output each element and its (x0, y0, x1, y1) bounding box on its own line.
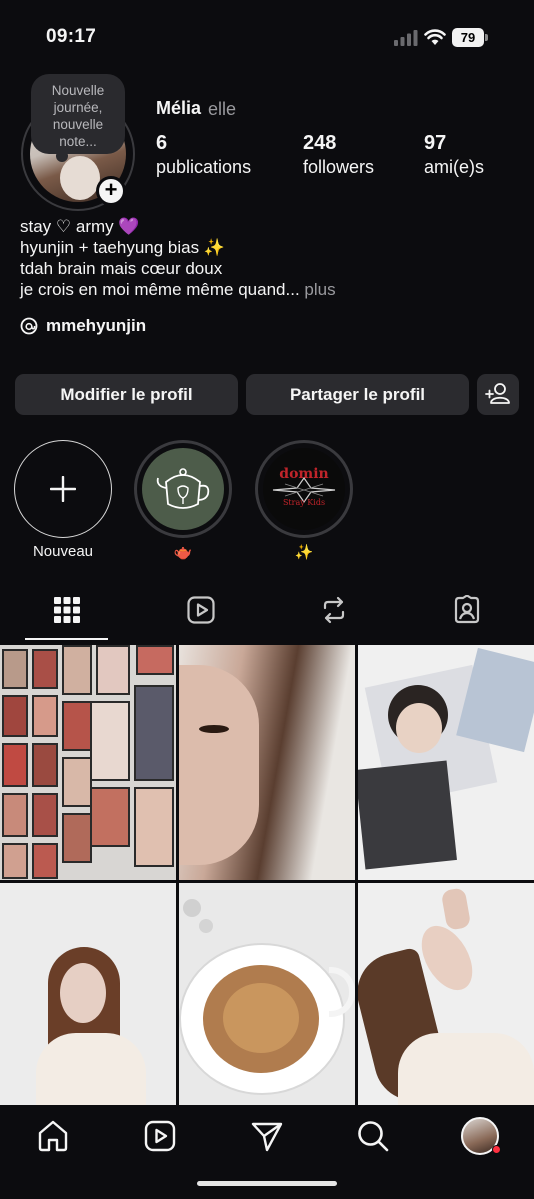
active-tab-indicator (25, 638, 108, 640)
post-thumbnail[interactable] (179, 645, 355, 880)
threads-handle: mmehyunjin (46, 316, 147, 335)
stat-value: 6 (156, 132, 168, 154)
home-icon[interactable] (36, 1119, 70, 1153)
stat-followers[interactable]: 248 followers (303, 132, 374, 178)
status-time: 09:17 (46, 26, 97, 47)
post-thumbnail[interactable] (179, 883, 355, 1105)
highlight-new[interactable]: Nouveau (14, 440, 112, 560)
reels-icon[interactable] (143, 1119, 177, 1153)
star-logo-icon (272, 476, 336, 504)
status-bar: 09:17 79 (0, 0, 534, 70)
highlight-skz[interactable]: domin Stray Kids ✨ (255, 440, 353, 561)
post-thumbnail[interactable] (0, 645, 176, 880)
profile-bio: stay ♡ army 💜 hyunjin + taehyung bias ✨ … (20, 216, 336, 300)
wifi-icon (424, 29, 446, 45)
post-thumbnail[interactable] (358, 883, 534, 1105)
highlight-label: ✨ (294, 544, 314, 561)
reposts-tab-icon[interactable] (319, 595, 349, 625)
add-person-icon (485, 383, 510, 404)
bio-line: stay ♡ army 💜 (20, 217, 140, 236)
stat-label: ami(e)s (424, 157, 485, 177)
edit-profile-button[interactable]: Modifier le profil (15, 374, 238, 415)
note-bubble[interactable]: Nouvelle journée, nouvelle note... (31, 74, 125, 154)
highlight-cover (142, 448, 224, 530)
highlight-tea[interactable]: 🫖 (134, 440, 232, 561)
posts-grid (0, 645, 534, 1105)
plus-icon (50, 476, 76, 502)
bio-more-link[interactable]: plus (304, 280, 335, 299)
signal-icon (394, 30, 418, 46)
highlight-label: 🫖 (173, 544, 193, 561)
battery-level: 79 (452, 28, 484, 47)
post-thumbnail[interactable] (358, 645, 534, 880)
stat-label: publications (156, 157, 252, 177)
bio-line: je crois en moi même même quand... (20, 280, 300, 299)
post-thumbnail[interactable] (0, 883, 176, 1105)
add-story-button[interactable]: + (96, 176, 126, 206)
profile-name: Mélia (156, 98, 202, 118)
notification-dot (492, 1145, 501, 1154)
stat-value: 97 (424, 132, 447, 154)
highlight-label: Nouveau (32, 543, 94, 560)
highlight-cover-subtitle: Stray Kids (282, 498, 326, 507)
teapot-icon (156, 468, 210, 509)
stat-value: 248 (303, 132, 337, 154)
highlight-cover: domin Stray Kids (263, 448, 345, 530)
search-icon[interactable] (356, 1119, 390, 1153)
stat-friends[interactable]: 97 ami(e)s (424, 132, 484, 178)
bio-line: tdah brain mais cœur doux (20, 259, 223, 278)
threads-icon (20, 317, 38, 335)
profile-pronoun: elle (208, 99, 237, 119)
battery-icon: 79 (452, 28, 488, 47)
bio-line: hyunjin + taehyung bias ✨ (20, 238, 225, 257)
threads-link[interactable]: mmehyunjin (20, 316, 146, 336)
plus-icon: + (99, 179, 123, 203)
stat-label: followers (303, 157, 375, 177)
reels-tab-icon[interactable] (186, 595, 216, 625)
share-profile-button[interactable]: Partager le profil (246, 374, 469, 415)
tagged-tab-icon[interactable] (452, 595, 482, 625)
discover-people-button[interactable] (477, 374, 519, 415)
grid-tab-icon[interactable] (52, 595, 82, 625)
direct-messages-icon[interactable] (250, 1119, 284, 1153)
stat-publications[interactable]: 6 publications (156, 132, 251, 178)
home-indicator[interactable] (197, 1181, 337, 1186)
